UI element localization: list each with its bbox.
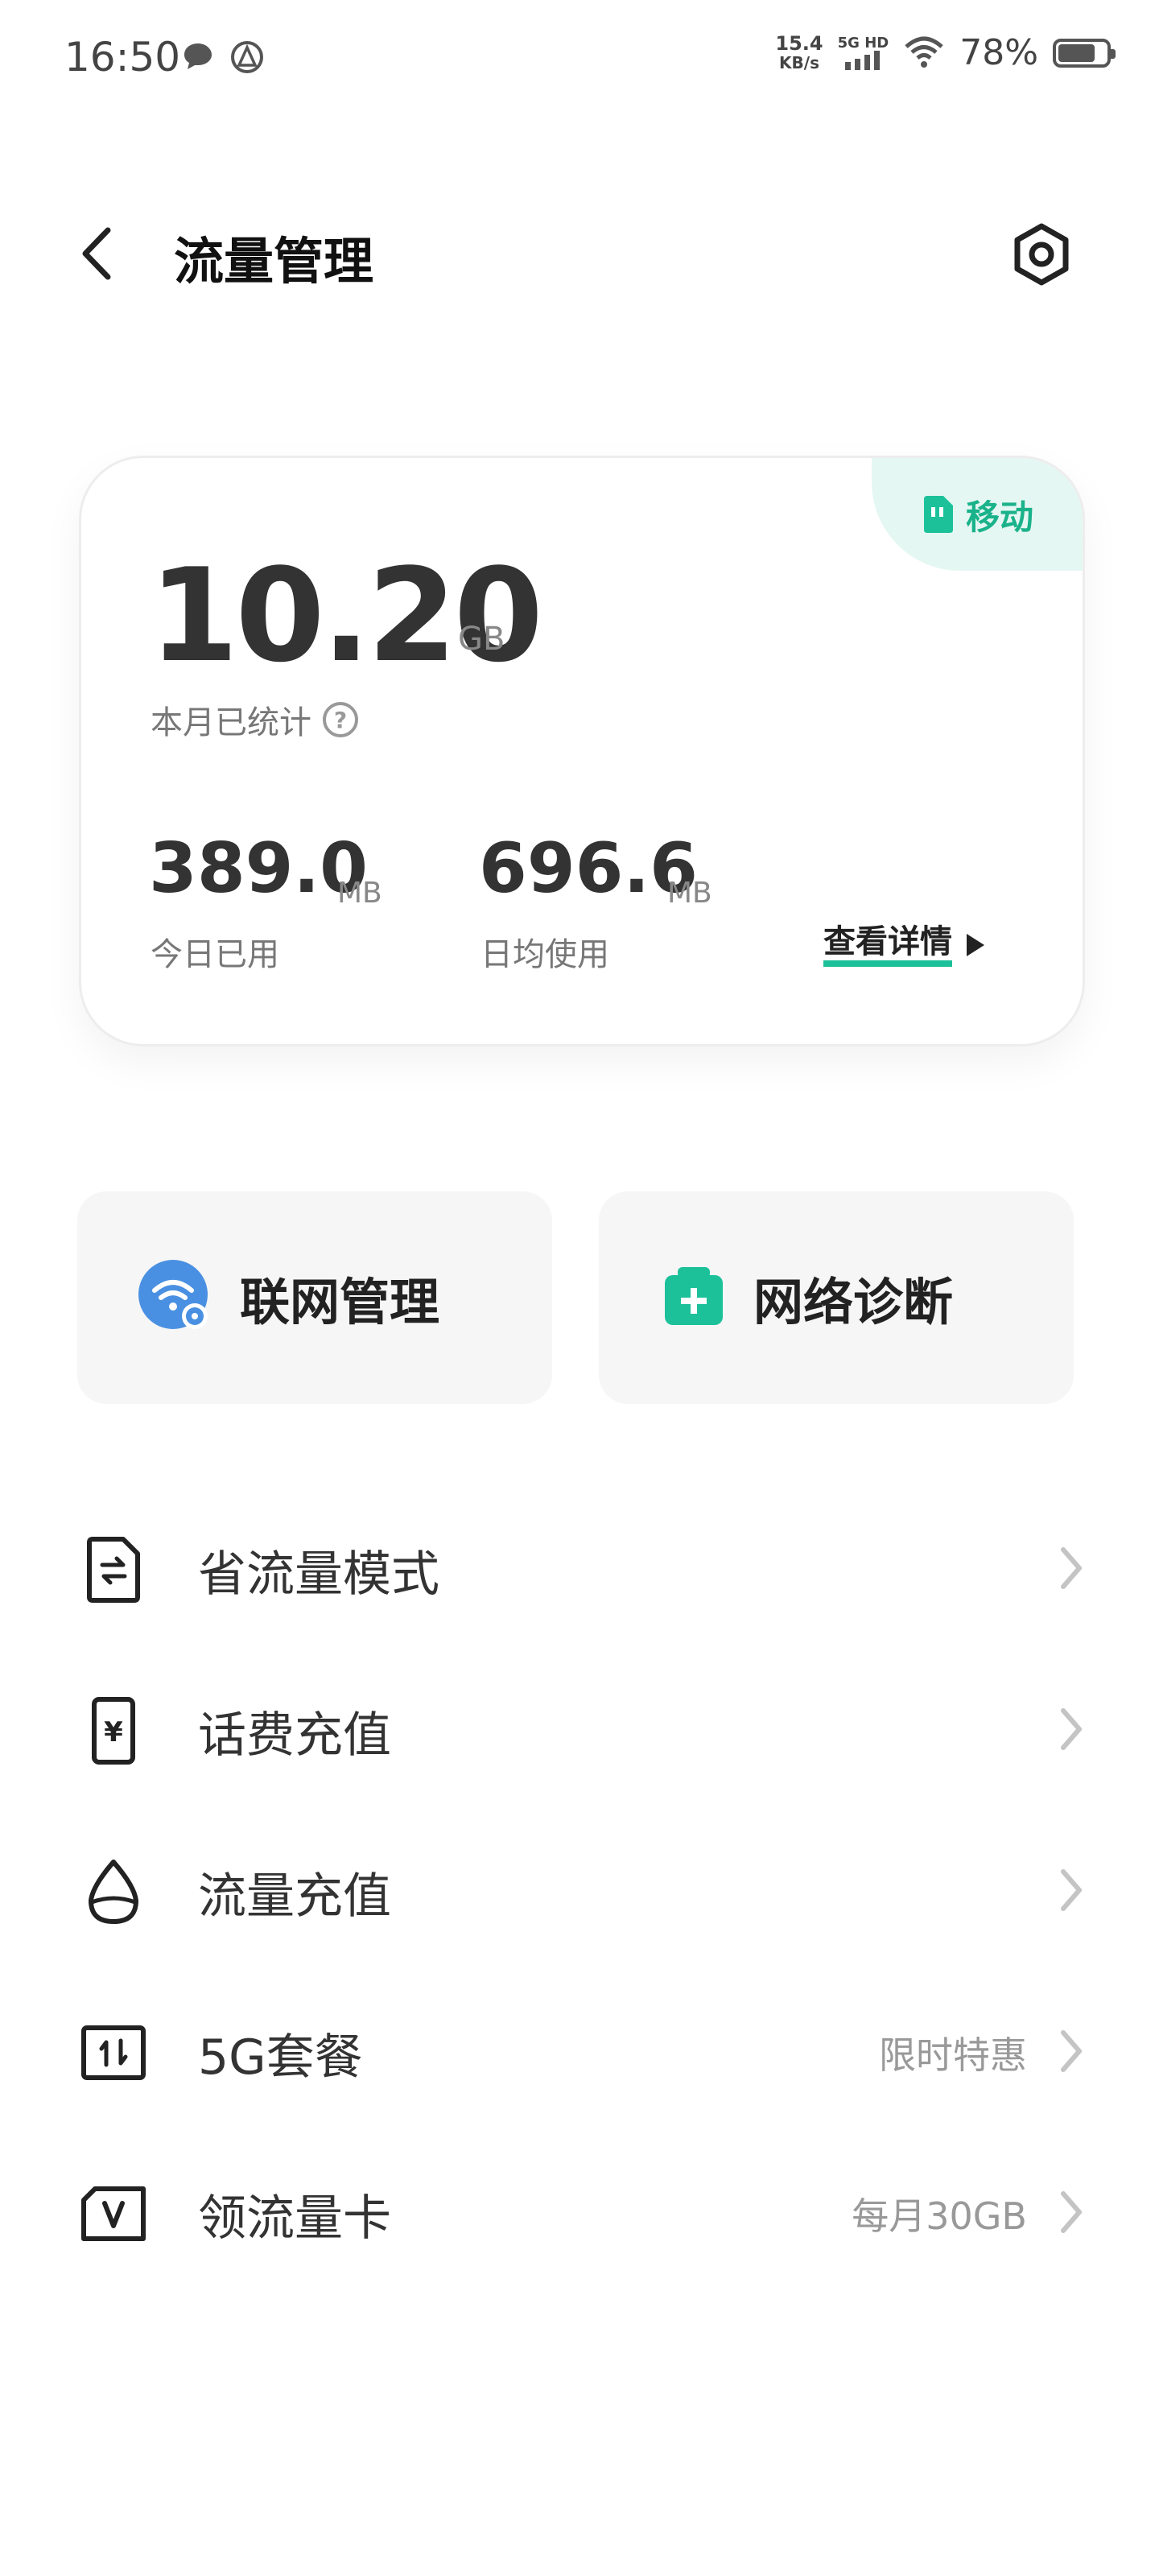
daily-avg-value: 696.6 <box>479 828 699 909</box>
wifi-icon <box>138 1260 211 1335</box>
yuan-phone-icon: ¥ <box>77 1695 150 1767</box>
today-value: 389.0 <box>149 828 369 909</box>
daily-avg-unit: MB <box>667 877 712 910</box>
view-details-link[interactable]: 查看详情 <box>823 923 984 967</box>
wifi-status-icon <box>903 34 945 72</box>
today-unit: MB <box>337 877 382 910</box>
drop-icon <box>77 1856 150 1928</box>
month-label: 本月已统计 <box>151 704 311 741</box>
menu-item-sub: 限时特惠 <box>879 2033 1027 2077</box>
status-time: 16:50 <box>64 34 181 80</box>
menu-item-label: 5G套餐 <box>198 2029 363 2086</box>
page-title: 流量管理 <box>174 232 374 291</box>
chevron-right-icon <box>1059 1707 1083 1754</box>
network-type: 5G HD <box>837 34 889 52</box>
message-icon <box>182 40 214 76</box>
status-right-group: 15.4 KB/s 5G HD 78% <box>775 32 1116 73</box>
today-label: 今日已用 <box>151 936 279 973</box>
menu-item-label: 省流量模式 <box>198 1546 439 1603</box>
menu-item-label: 流量充值 <box>198 1868 391 1925</box>
network-management-label: 联网管理 <box>240 1273 440 1331</box>
chevron-right-icon <box>1059 1546 1083 1593</box>
chevron-right-icon <box>1059 2029 1083 2076</box>
app-notification-icon <box>230 40 264 77</box>
network-diagnosis-label: 网络诊断 <box>753 1273 954 1331</box>
chevron-right-icon <box>1059 1868 1083 1915</box>
network-management-button[interactable]: 联网管理 <box>77 1191 552 1404</box>
battery-percent: 78% <box>959 32 1038 73</box>
back-button[interactable] <box>72 217 121 290</box>
help-icon[interactable]: ? <box>323 702 358 737</box>
carrier-name: 移动 <box>965 497 1033 537</box>
menu-item-sub: 每月30GB <box>852 2194 1027 2238</box>
month-total-unit: GB <box>458 621 505 658</box>
medical-kit-icon <box>663 1265 724 1330</box>
menu-item-label: 话费充值 <box>198 1707 391 1764</box>
carrier-tag[interactable]: 移动 <box>872 458 1083 571</box>
usage-card: 移动 10.20 GB 本月已统计 ? 389.0 MB 今日已用 696.6 … <box>79 456 1085 1046</box>
month-total-value: 10.20 <box>149 540 543 691</box>
speed-unit: KB/s <box>779 52 819 72</box>
chevron-left-icon <box>82 227 111 280</box>
menu-item-phone-recharge[interactable]: ¥ 话费充值 <box>77 1650 1083 1811</box>
daily-avg-label: 日均使用 <box>481 936 609 973</box>
gear-icon <box>1014 223 1069 286</box>
speed-value: 15.4 <box>775 31 823 55</box>
signal-icon <box>845 50 881 70</box>
data-saver-icon <box>77 1534 150 1606</box>
view-details-text: 查看详情 <box>823 923 952 967</box>
network-diagnosis-button[interactable]: 网络诊断 <box>599 1191 1074 1404</box>
signal-group: 5G HD <box>837 34 889 70</box>
v-card-icon <box>77 2178 150 2250</box>
menu-item-data-recharge[interactable]: 流量充值 <box>77 1811 1083 1972</box>
play-arrow-icon <box>967 934 984 956</box>
month-label-group: 本月已统计 ? <box>151 696 358 743</box>
menu-item-data-card[interactable]: 领流量卡 每月30GB <box>77 2133 1083 2294</box>
network-speed: 15.4 KB/s <box>775 34 823 72</box>
settings-button[interactable] <box>1001 214 1082 295</box>
menu-item-5g-plan[interactable]: 5G套餐 限时特惠 <box>77 1972 1083 2133</box>
chevron-right-icon <box>1059 2190 1083 2237</box>
transfer-box-icon <box>77 2017 150 2089</box>
sim-card-icon <box>923 496 953 533</box>
menu-item-data-saver[interactable]: 省流量模式 <box>77 1489 1083 1650</box>
svg-text:¥: ¥ <box>104 1716 123 1748</box>
menu-item-label: 领流量卡 <box>198 2190 391 2247</box>
battery-icon <box>1053 38 1116 68</box>
